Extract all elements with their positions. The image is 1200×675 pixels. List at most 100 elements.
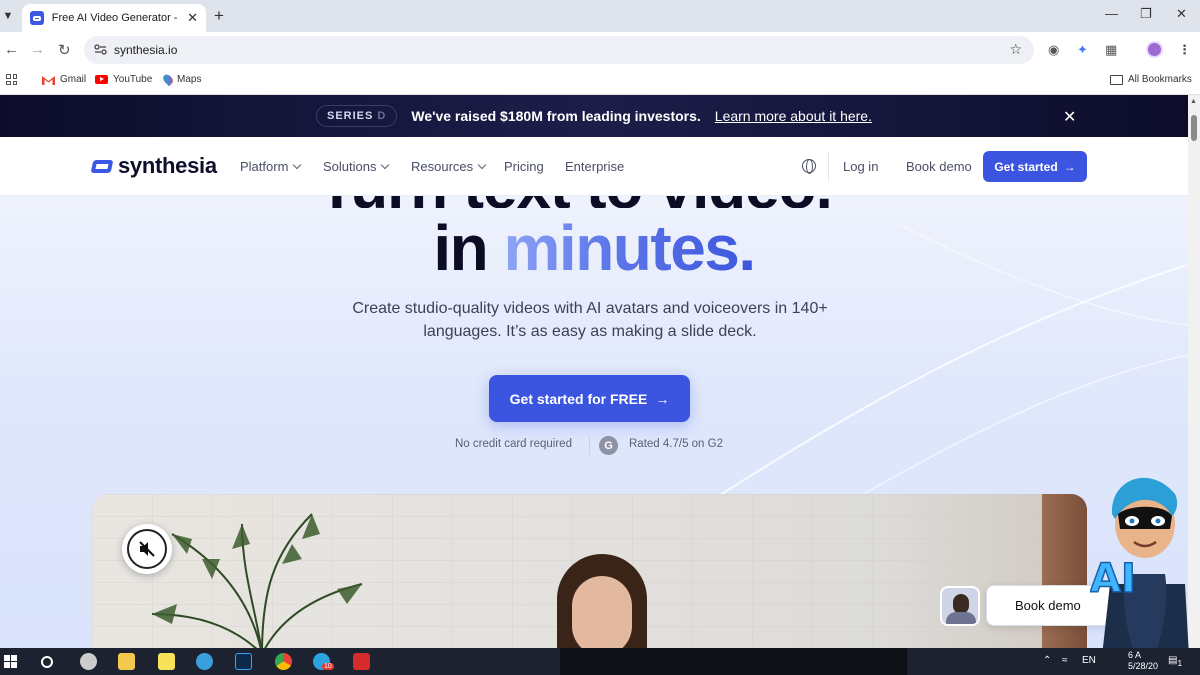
arrow-right-icon: → <box>1063 159 1076 174</box>
nav-platform[interactable]: Platform <box>240 159 302 174</box>
browser-menu-icon[interactable]: ⋮ <box>1178 42 1191 58</box>
floating-book-demo-label: Book demo <box>1015 598 1081 613</box>
reload-icon[interactable]: ↻ <box>58 41 71 59</box>
clock-date: 5/28/20 <box>1128 661 1159 671</box>
mute-toggle-button[interactable] <box>122 524 172 574</box>
wifi-icon[interactable]: ≈ <box>1062 655 1068 666</box>
profile-avatar[interactable] <box>1146 41 1163 58</box>
notifications-icon[interactable]: ▤1 <box>1168 655 1182 668</box>
bookmark-gmail[interactable]: Gmail <box>42 74 86 85</box>
page-viewport: SERIES D We've raised $180M from leading… <box>0 95 1188 648</box>
chevron-down-icon <box>293 160 302 169</box>
restore-icon[interactable]: ❐ <box>1140 6 1152 22</box>
get-started-label: Get started <box>994 159 1058 174</box>
nav-enterprise-label: Enterprise <box>565 159 625 174</box>
nav-resources[interactable]: Resources <box>411 159 487 174</box>
bookmark-maps[interactable]: Maps <box>161 72 202 87</box>
book-demo-label: Book demo <box>906 159 972 174</box>
close-announcement-icon[interactable]: ✕ <box>1063 107 1076 127</box>
subtitle-line-1: Create studio-quality videos with AI ava… <box>352 300 828 317</box>
paint-app-icon[interactable] <box>80 653 97 670</box>
gemini-icon[interactable]: ✦ <box>1077 42 1088 58</box>
extensions-icon[interactable]: ▦ <box>1105 42 1117 58</box>
vimeo-app-icon[interactable] <box>196 653 213 670</box>
nav-solutions[interactable]: Solutions <box>323 159 390 174</box>
synthesia-logo-icon <box>90 159 114 173</box>
series-badge-letter: D <box>377 110 387 122</box>
g2-letter: G <box>604 439 613 452</box>
tab-close-icon[interactable]: ✕ <box>187 10 198 26</box>
file-explorer-icon[interactable] <box>118 653 135 670</box>
headline-accent: minutes. <box>503 212 757 284</box>
mascot-ai-label: AI <box>1090 556 1136 602</box>
language-globe-icon[interactable] <box>802 159 816 174</box>
chevron-down-icon <box>381 160 390 169</box>
browser-tab-bar: ▼ Free AI Video Generator - Create ✕ + —… <box>0 0 1200 32</box>
nav-pricing[interactable]: Pricing <box>504 159 544 174</box>
bookmark-youtube-label: YouTube <box>113 74 153 85</box>
subtitle-line-2: languages. It’s as easy as making a slid… <box>423 323 757 340</box>
apps-grid-icon[interactable] <box>6 74 17 85</box>
forward-icon[interactable]: → <box>30 41 45 58</box>
windows-start-icon[interactable] <box>4 655 17 668</box>
announcement-text: We've raised $180M from leading investor… <box>411 108 701 124</box>
screenshot-icon[interactable]: ◉ <box>1048 42 1059 58</box>
headline-first-line-clipped: Turn text to video, <box>0 196 1188 208</box>
system-clock[interactable]: 6 A 5/28/20 <box>1128 650 1158 672</box>
login-label: Log in <box>843 159 879 174</box>
tray-chevron-icon[interactable]: ⌃ <box>1043 655 1051 666</box>
login-link[interactable]: Log in <box>843 159 878 174</box>
chrome-icon[interactable] <box>275 653 292 670</box>
taskbar-preview-strip <box>560 648 907 675</box>
speaker-muted-icon <box>139 541 155 557</box>
site-info-icon[interactable] <box>94 43 107 56</box>
bookmark-star-icon[interactable]: ☆ <box>1009 41 1022 58</box>
all-bookmarks[interactable]: All Bookmarks <box>1110 74 1192 85</box>
bookmark-gmail-label: Gmail <box>60 74 87 85</box>
header-divider <box>828 151 829 181</box>
nav-pricing-label: Pricing <box>504 159 544 174</box>
maps-icon <box>161 72 175 87</box>
get-started-free-button[interactable]: Get started for FREE → <box>489 375 690 422</box>
photoshop-icon[interactable] <box>235 653 252 670</box>
all-bookmarks-label: All Bookmarks <box>1128 74 1192 85</box>
cortana-search-icon[interactable] <box>41 656 53 668</box>
palm-plant-image <box>152 513 363 648</box>
hero-headline: in minutes. <box>0 211 1188 285</box>
bookmark-youtube[interactable]: YouTube <box>95 74 152 85</box>
windows-taskbar: 10 ⌃ ≈ EN 6 A 5/28/20 ▤1 <box>0 648 1200 675</box>
notification-count: 1 <box>1177 658 1183 668</box>
book-demo-link[interactable]: Book demo <box>906 159 972 174</box>
window-close-icon[interactable]: ✕ <box>1176 6 1187 22</box>
sticky-notes-icon[interactable] <box>158 653 175 670</box>
superhero-mascot-image[interactable]: AI <box>1090 474 1200 675</box>
scrollbar-thumb[interactable] <box>1191 115 1197 141</box>
hero-video[interactable] <box>92 494 1087 648</box>
new-tab-icon[interactable]: + <box>214 6 224 26</box>
announcement-link[interactable]: Learn more about it here. <box>715 108 872 124</box>
telegram-icon[interactable]: 10 <box>313 653 334 670</box>
nav-platform-label: Platform <box>240 159 289 174</box>
bookmark-maps-label: Maps <box>177 74 202 85</box>
cta-label: Get started for FREE <box>509 390 648 407</box>
creative-cloud-icon[interactable] <box>353 653 370 670</box>
g2-rating-text: Rated 4.7/5 on G2 <box>629 438 723 450</box>
minimize-icon[interactable]: — <box>1105 6 1118 21</box>
language-indicator[interactable]: EN <box>1082 655 1096 666</box>
nav-solutions-label: Solutions <box>323 159 377 174</box>
synthesia-logo[interactable]: synthesia <box>90 153 217 179</box>
headline-plain: in <box>433 212 504 284</box>
avatar-presenter-face <box>572 576 632 648</box>
synthesia-favicon-icon <box>30 11 44 25</box>
address-toolbar: ← → ↻ synthesia.io ☆ ◉ ✦ ▦ ⋮ <box>0 32 1200 68</box>
url-text: synthesia.io <box>114 43 178 57</box>
get-started-button[interactable]: Get started → <box>983 151 1087 182</box>
clock-time: 6 A <box>1128 650 1142 660</box>
url-bar[interactable]: synthesia.io ☆ <box>84 36 1034 64</box>
tab-search-chevron-icon[interactable]: ▼ <box>0 6 16 26</box>
back-icon[interactable]: ← <box>4 41 19 58</box>
demo-agent-avatar[interactable] <box>940 586 980 626</box>
browser-tab[interactable]: Free AI Video Generator - Create ✕ <box>22 4 206 32</box>
scroll-up-arrow-icon[interactable]: ▲ <box>1190 98 1197 105</box>
nav-enterprise[interactable]: Enterprise <box>565 159 624 174</box>
